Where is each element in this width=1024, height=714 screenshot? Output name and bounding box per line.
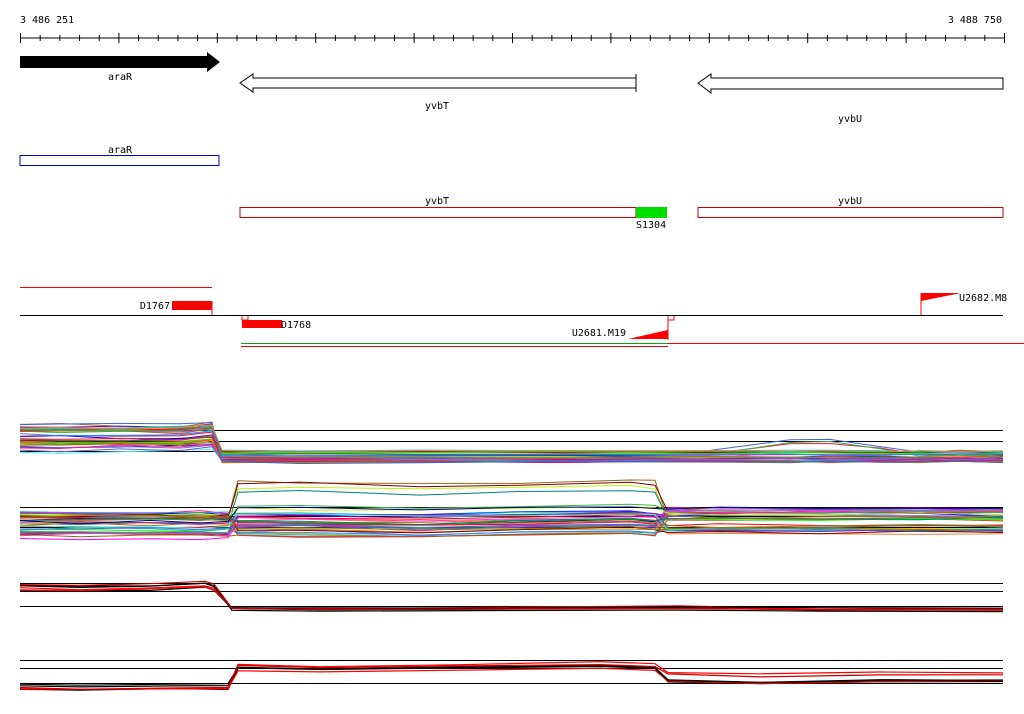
feature-wedge-U2681[interactable] <box>628 330 668 339</box>
expression-panel-2 <box>19 479 1004 541</box>
feature-label-U2682: U2682.M8 <box>959 293 1007 304</box>
transcript-label-yvbU: yvbU <box>838 196 862 207</box>
gene-arrow-yvbU[interactable] <box>697 73 1004 95</box>
coordinate-ruler: 3 486 251 3 488 750 <box>20 15 1005 43</box>
feature-wedge-U2682[interactable] <box>921 293 961 301</box>
feature-bar-D1768[interactable] <box>242 320 282 328</box>
transcript-label-araR: araR <box>108 145 133 156</box>
transcript-label-yvbT: yvbT <box>425 196 449 207</box>
transcript-box-yvbT[interactable] <box>239 207 637 218</box>
feature-notch-U2681 <box>667 316 675 321</box>
segment-label-S1304: S1304 <box>636 220 666 231</box>
expression-profile-line <box>19 586 1004 610</box>
expression-panel-4 <box>19 660 1004 691</box>
genome-browser-view: 3 486 251 3 488 750 araR yvbT yvbU araR … <box>19 15 1024 691</box>
gene-arrow-yvbT[interactable] <box>239 73 637 93</box>
transcript-box-araR[interactable] <box>19 155 220 166</box>
gene-label-yvbT: yvbT <box>425 101 449 112</box>
feature-label-D1767: D1767 <box>140 301 170 312</box>
gene-label-araR: araR <box>108 72 133 83</box>
feature-bar-D1767[interactable] <box>172 301 212 310</box>
transcript-track: araR yvbT S1304 yvbU <box>19 145 1004 231</box>
expression-panel-1 <box>19 421 1004 465</box>
feature-label-U2681: U2681.M19 <box>572 328 626 339</box>
gene-label-yvbU: yvbU <box>838 114 862 125</box>
transcript-box-yvbU[interactable] <box>697 207 1004 218</box>
gene-arrow-araR[interactable] <box>20 52 220 72</box>
feature-label-D1768: D1768 <box>281 320 311 331</box>
gene-track: araR yvbT yvbU <box>20 52 1004 125</box>
ruler-start-label: 3 486 251 <box>20 15 74 26</box>
expression-panel-3 <box>19 580 1004 613</box>
segment-marker-S1304[interactable] <box>636 207 667 218</box>
ruler-end-label: 3 488 750 <box>948 15 1002 26</box>
feature-track: D1767 D1768 U2681.M19 U2682.M8 <box>20 287 1024 347</box>
feature-notch-D1768 <box>241 316 249 321</box>
